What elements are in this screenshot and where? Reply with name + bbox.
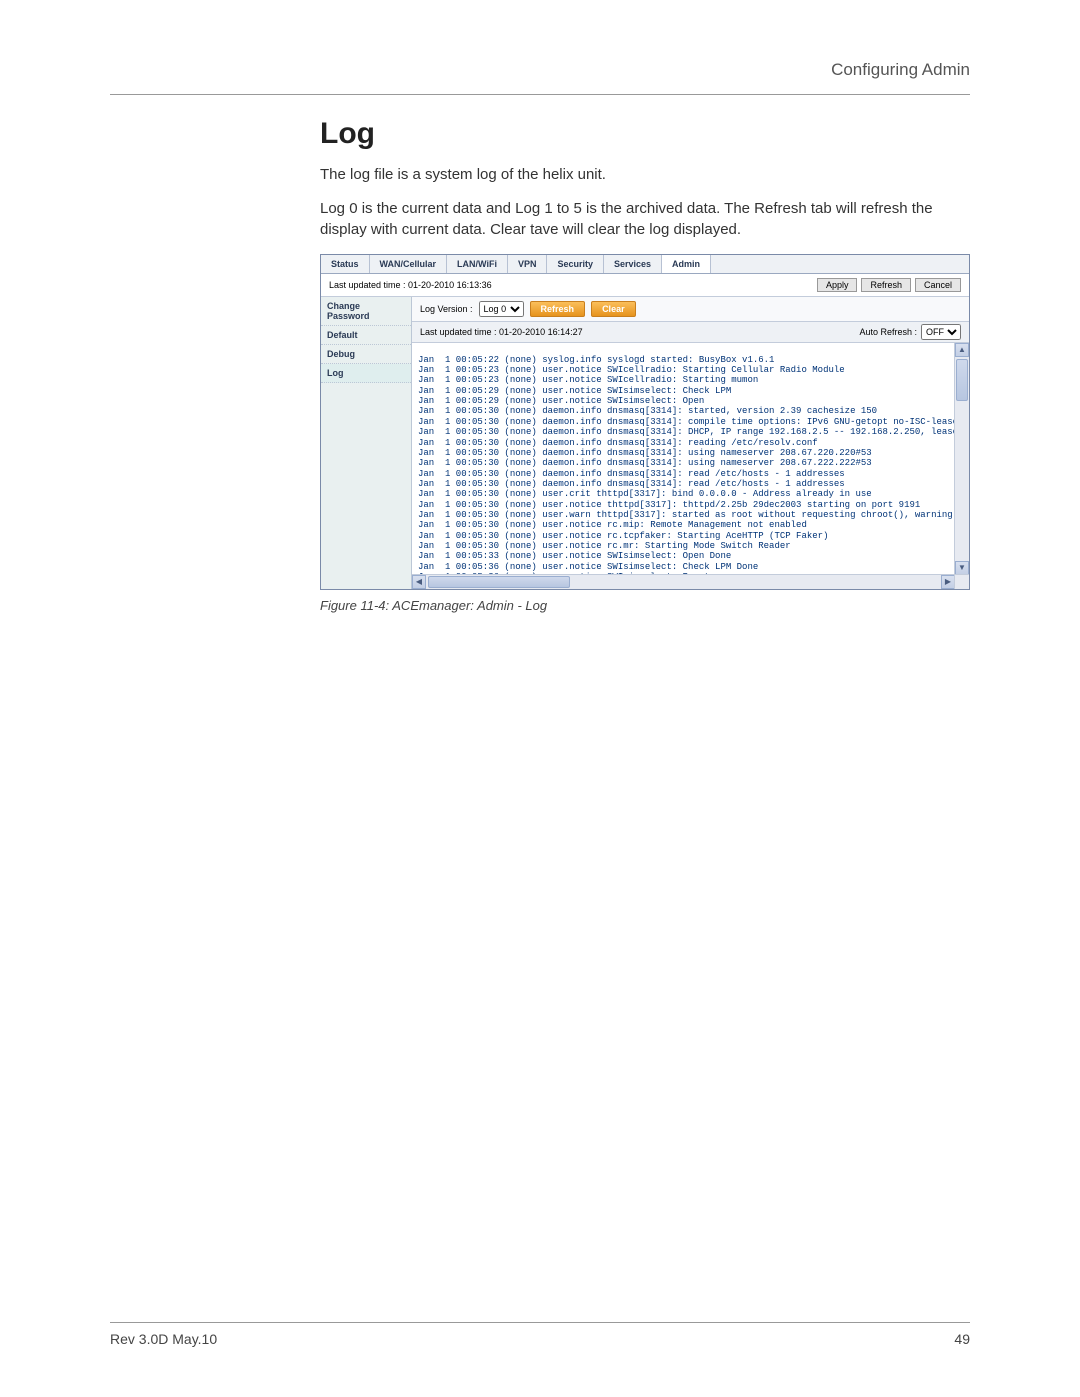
- horizontal-scroll-thumb[interactable]: [428, 576, 570, 588]
- admin-sidebar: Change Password Default Debug Log: [321, 297, 412, 589]
- vertical-scrollbar[interactable]: ▲ ▼: [954, 343, 969, 575]
- top-rule: [110, 94, 970, 95]
- log-toolbar: Log Version : Log 0 Refresh Clear: [412, 297, 969, 322]
- intro-paragraph-1: The log file is a system log of the heli…: [320, 165, 970, 185]
- vertical-scroll-thumb[interactable]: [956, 359, 968, 401]
- scroll-down-icon[interactable]: ▼: [955, 561, 969, 575]
- scroll-right-icon[interactable]: ▶: [941, 575, 955, 589]
- auto-refresh-select[interactable]: OFF: [921, 324, 961, 340]
- page-title: Log: [320, 117, 970, 151]
- sidebar-item-change-password[interactable]: Change Password: [321, 297, 411, 326]
- intro-paragraph-2: Log 0 is the current data and Log 1 to 5…: [320, 199, 970, 240]
- log-last-updated: Last updated time : 01-20-2010 16:14:27: [420, 327, 583, 337]
- log-output: Jan 1 00:05:22 (none) syslog.info syslog…: [412, 352, 969, 584]
- tab-status[interactable]: Status: [321, 255, 370, 273]
- apply-button[interactable]: Apply: [817, 278, 858, 292]
- figure-caption: Figure 11-4: ACEmanager: Admin - Log: [320, 598, 970, 613]
- log-status-bar: Last updated time : 01-20-2010 16:14:27 …: [412, 322, 969, 343]
- refresh-top-button[interactable]: Refresh: [861, 278, 911, 292]
- sidebar-item-debug[interactable]: Debug: [321, 345, 411, 364]
- main-panel: Log Version : Log 0 Refresh Clear Last u…: [412, 297, 969, 589]
- sidebar-item-log[interactable]: Log: [321, 364, 411, 383]
- acemanager-screenshot: Status WAN/Cellular LAN/WiFi VPN Securit…: [320, 254, 970, 590]
- top-last-updated: Last updated time : 01-20-2010 16:13:36: [329, 280, 492, 290]
- refresh-log-button[interactable]: Refresh: [530, 301, 586, 317]
- tab-wan-cellular[interactable]: WAN/Cellular: [370, 255, 448, 273]
- cancel-button[interactable]: Cancel: [915, 278, 961, 292]
- scroll-left-icon[interactable]: ◀: [412, 575, 426, 589]
- footer-rev: Rev 3.0D May.10: [110, 1331, 217, 1347]
- tab-vpn[interactable]: VPN: [508, 255, 548, 273]
- auto-refresh-label: Auto Refresh :: [859, 327, 917, 337]
- log-version-select[interactable]: Log 0: [479, 301, 524, 317]
- tab-lan-wifi[interactable]: LAN/WiFi: [447, 255, 508, 273]
- top-bar: Last updated time : 01-20-2010 16:13:36 …: [321, 274, 969, 297]
- tab-admin[interactable]: Admin: [662, 255, 711, 273]
- footer-page: 49: [954, 1331, 970, 1347]
- log-viewport: Jan 1 00:05:22 (none) syslog.info syslog…: [412, 343, 969, 589]
- main-tabs: Status WAN/Cellular LAN/WiFi VPN Securit…: [321, 255, 969, 274]
- sidebar-item-default[interactable]: Default: [321, 326, 411, 345]
- section-label: Configuring Admin: [110, 60, 970, 80]
- bottom-rule: [110, 1322, 970, 1323]
- scroll-corner: [954, 574, 969, 589]
- tab-security[interactable]: Security: [547, 255, 604, 273]
- horizontal-scrollbar[interactable]: ◀ ▶: [412, 574, 955, 589]
- scroll-up-icon[interactable]: ▲: [955, 343, 969, 357]
- tab-services[interactable]: Services: [604, 255, 662, 273]
- log-version-label: Log Version :: [420, 304, 473, 314]
- clear-log-button[interactable]: Clear: [591, 301, 636, 317]
